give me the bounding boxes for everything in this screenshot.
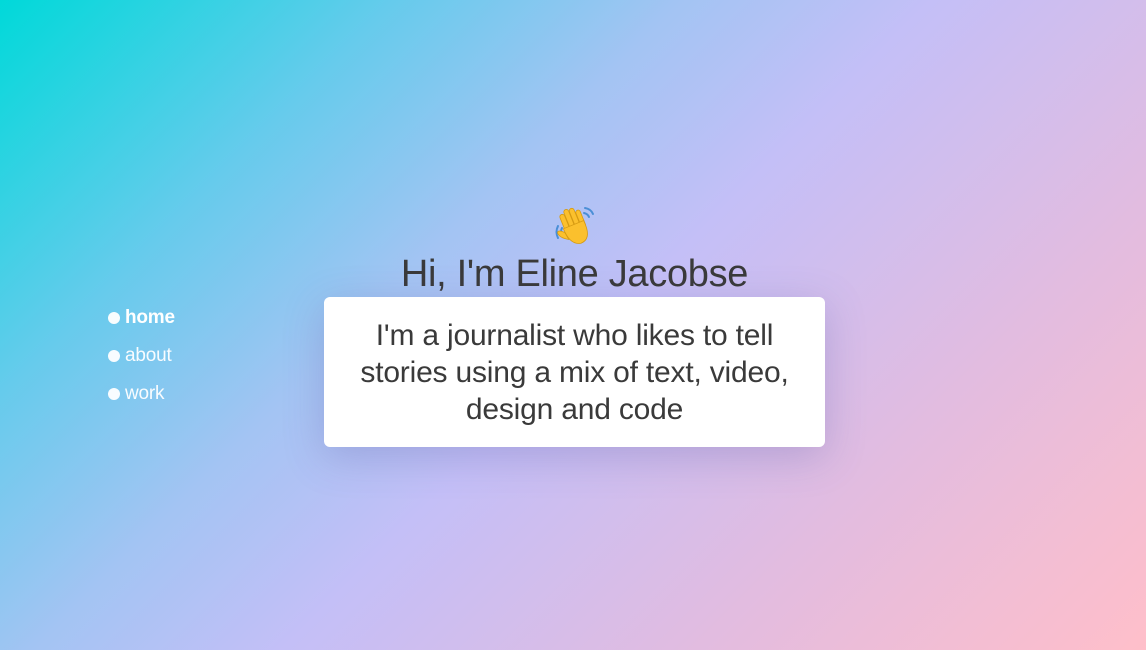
nav-bullet-icon [108,312,120,324]
intro-text: I'm a journalist who likes to tell stori… [360,319,789,426]
nav-item-label: home [125,307,175,328]
nav-item-about[interactable]: about [108,344,175,368]
nav-item-label: about [125,345,172,366]
nav-item-work[interactable]: work [108,382,175,406]
nav-item-label: work [125,383,165,404]
waving-hand-icon [555,207,594,244]
nav-bullet-icon [108,388,120,400]
side-nav: home about work [108,306,175,420]
nav-item-home[interactable]: home [108,306,175,330]
nav-bullet-icon [108,350,120,362]
intro-card: I'm a journalist who likes to tell stori… [324,297,825,447]
page-title: Hi, I'm Eline Jacobse [400,253,749,295]
